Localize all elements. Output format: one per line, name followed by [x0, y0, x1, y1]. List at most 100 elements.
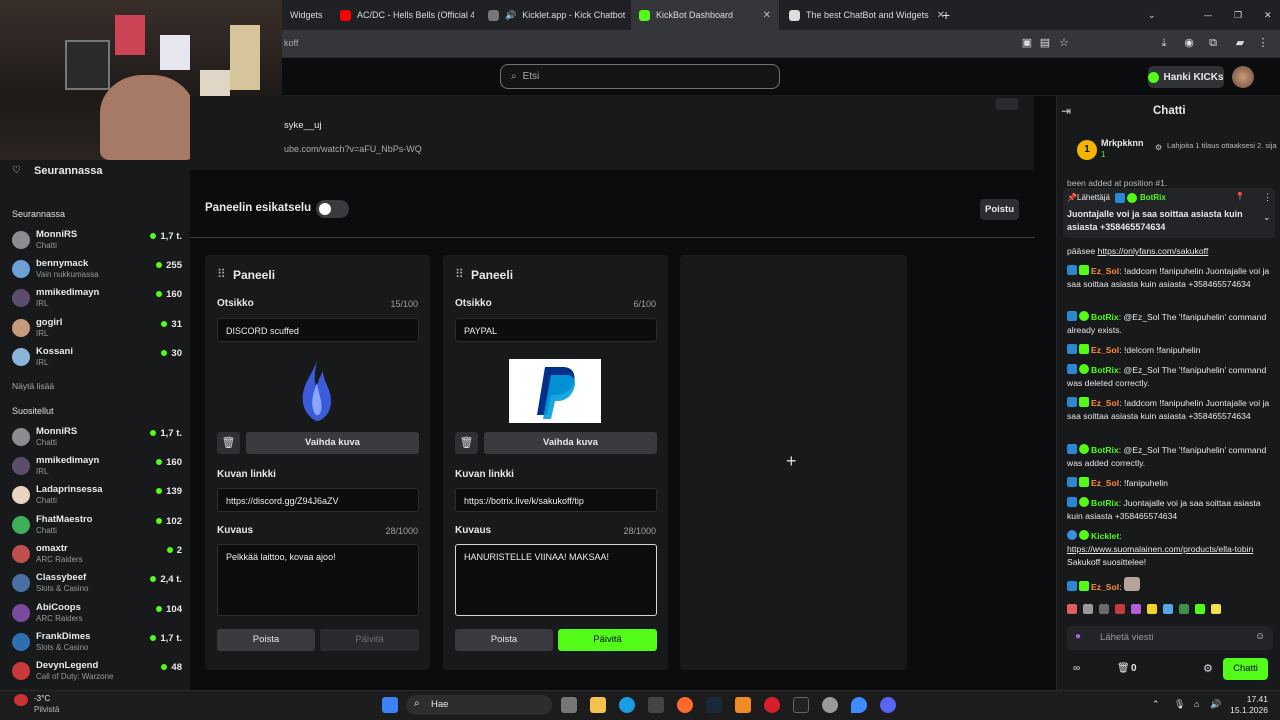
opera-icon[interactable] [764, 697, 780, 713]
emote-icon[interactable] [1083, 604, 1093, 614]
taskbar-search[interactable]: ⌕ Hae [406, 695, 552, 715]
drag-handle-icon[interactable]: ⠿ [455, 267, 464, 281]
chat-username[interactable]: BotRix [1091, 365, 1119, 375]
edge-icon[interactable] [619, 697, 635, 713]
link-input[interactable]: https://botrix.live/k/sakukoff/tip [455, 488, 657, 512]
chat-username[interactable]: BotRix [1091, 312, 1119, 322]
chevron-down-icon[interactable]: ⌄ [1263, 212, 1271, 223]
close-icon[interactable]: ✕ [763, 10, 771, 21]
expand-button[interactable] [996, 98, 1018, 110]
delete-button[interactable]: Poista [217, 629, 315, 651]
change-image-button[interactable]: Vaihda kuva [246, 432, 419, 454]
sidebar-item[interactable]: bennymack Vain nukkumassa 255 [12, 256, 182, 284]
link-input[interactable]: https://discord.gg/Z94J6aZV [217, 488, 419, 512]
microphone-icon[interactable]: 🎙 [1174, 699, 1185, 710]
microphone-icon[interactable]: ● [1075, 631, 1081, 642]
browser-tab[interactable]: 🔊Kicklet.app - Kick Chatbot✕ [480, 0, 630, 30]
sidebar-item[interactable]: mmikedimayn IRL 160 [12, 285, 182, 313]
pin-icon[interactable]: 📍 [1235, 192, 1245, 201]
chat-username[interactable]: Ez_Sol [1091, 478, 1119, 488]
new-tab-button[interactable]: + [934, 0, 954, 30]
app-icon[interactable] [851, 697, 867, 713]
delete-button[interactable]: Poista [455, 629, 553, 651]
emote-icon[interactable] [1115, 604, 1125, 614]
update-button-disabled[interactable]: Päivitä [320, 629, 419, 651]
trash-icon[interactable]: 🗑 [455, 432, 478, 454]
store-icon[interactable] [648, 697, 664, 713]
emote-icon[interactable] [1195, 604, 1205, 614]
update-button[interactable]: Päivitä [558, 629, 657, 651]
emote-icon[interactable] [1147, 604, 1157, 614]
network-icon[interactable]: ⌂ [1194, 699, 1199, 709]
windows-start-icon[interactable] [382, 697, 398, 713]
preview-toggle[interactable] [316, 200, 349, 218]
clock-date[interactable]: 15.1.2026 [1226, 705, 1268, 715]
star-icon[interactable]: ☆ [1057, 36, 1071, 50]
sidebar-item[interactable]: gogirl IRL 31 [12, 315, 182, 343]
collapse-chat-icon[interactable]: ⇥ [1061, 104, 1071, 118]
pinned-message[interactable]: 📌 Lähettäjä BotRix 📍 ⋮ Juontajalle voi j… [1063, 188, 1275, 238]
get-kicks-button[interactable]: Hanki KICKs [1148, 66, 1224, 88]
task-view-icon[interactable] [561, 697, 577, 713]
chat-username[interactable]: BotRix [1091, 498, 1119, 508]
emoji-icon[interactable]: ☺ [1255, 631, 1265, 642]
screen-icon[interactable]: ▤ [1038, 36, 1052, 50]
sidebar-item[interactable]: FrankDimes Slots & Casino 1,7 t. [12, 629, 182, 657]
chat-input[interactable]: ● Lähetä viesti ☺ [1067, 626, 1273, 650]
firefox-icon[interactable] [677, 697, 693, 713]
install-icon[interactable]: ▣ [1020, 36, 1034, 50]
description-textarea[interactable]: HANURISTELLE VIINAA! MAKSAA! [455, 544, 657, 616]
chat-username[interactable]: Kicklet [1091, 531, 1119, 541]
send-chat-button[interactable]: Chatti [1223, 658, 1268, 680]
sidebar-item[interactable]: mmikedimayn IRL 160 [12, 453, 182, 481]
menu-icon[interactable]: ⋮ [1256, 36, 1270, 50]
maximize-icon[interactable]: ❐ [1226, 0, 1242, 30]
channel-points-icon[interactable]: ∞ [1073, 663, 1080, 674]
vlc-icon[interactable] [735, 697, 751, 713]
chat-username[interactable]: BotRix [1091, 445, 1119, 455]
close-window-icon[interactable]: ✕ [1256, 0, 1272, 30]
sidebar-item[interactable]: FhatMaestro Chatti 102 [12, 512, 182, 540]
browser-tab[interactable]: Widgets ✕ [282, 0, 330, 30]
more-icon[interactable]: ⋮ [1263, 192, 1272, 203]
chat-username[interactable]: Ez_Sol [1091, 266, 1119, 276]
chat-username[interactable]: Ez_Sol [1091, 398, 1119, 408]
volume-icon[interactable]: 🔊 [1210, 699, 1221, 710]
add-panel-card[interactable]: + [680, 255, 907, 670]
emote-icon[interactable] [1211, 604, 1221, 614]
browser-tab-active[interactable]: KickBot Dashboard ✕ [631, 0, 779, 30]
sidebar-item[interactable]: Kossani IRL 30 [12, 344, 182, 372]
chat-username[interactable]: Ez_Sol [1091, 582, 1119, 592]
emote-icon[interactable] [1163, 604, 1173, 614]
message-link[interactable]: https://onlyfans.com/sakukoff [1098, 246, 1209, 256]
heading-input[interactable]: PAYPAL [455, 318, 657, 342]
file-explorer-icon[interactable] [590, 697, 606, 713]
show-more-link[interactable]: Näytä lisää [12, 381, 54, 391]
emote-icon[interactable] [1179, 604, 1189, 614]
extension-red-icon[interactable]: ▰ [1233, 36, 1247, 50]
chevron-down-icon[interactable]: ⌄ [1140, 0, 1156, 30]
browser-tab[interactable]: The best ChatBot and Widgets ✕ [781, 0, 953, 30]
sidebar-item[interactable]: AbiCoops ARC Raiders 104 [12, 600, 182, 628]
sidebar-item[interactable]: DevynLegend Call of Duty: Warzone 48 [12, 658, 182, 686]
emote-icon[interactable] [1067, 604, 1077, 614]
download-icon[interactable]: ⤓ [1157, 36, 1171, 50]
change-image-button[interactable]: Vaihda kuva [484, 432, 657, 454]
emote-icon[interactable] [1099, 604, 1109, 614]
avatar[interactable] [1232, 66, 1254, 88]
heading-input[interactable]: DISCORD scuffed [217, 318, 419, 342]
minimize-icon[interactable]: — [1196, 0, 1212, 30]
profile-icon[interactable]: ◉ [1182, 36, 1196, 50]
browser-tab[interactable]: AC/DC - Hells Bells (Official 4K ✕ [332, 0, 474, 30]
terminal-icon[interactable] [793, 697, 809, 713]
description-textarea[interactable]: Pelkkää laittoo, kovaa ajoo! [217, 544, 419, 616]
address-url[interactable]: koff [284, 38, 298, 48]
discord-icon[interactable] [880, 697, 896, 713]
sidebar-item[interactable]: omaxtr ARC Raiders 2 [12, 541, 182, 569]
emote-icon[interactable] [1131, 604, 1141, 614]
extensions-icon[interactable]: ⧉ [1206, 36, 1220, 50]
obs-icon[interactable] [822, 697, 838, 713]
sidebar-item[interactable]: MonniRS Chatti 1,7 t. [12, 227, 182, 255]
steam-icon[interactable] [706, 697, 722, 713]
sidebar-item[interactable]: MonniRS Chatti 1,7 t. [12, 424, 182, 452]
